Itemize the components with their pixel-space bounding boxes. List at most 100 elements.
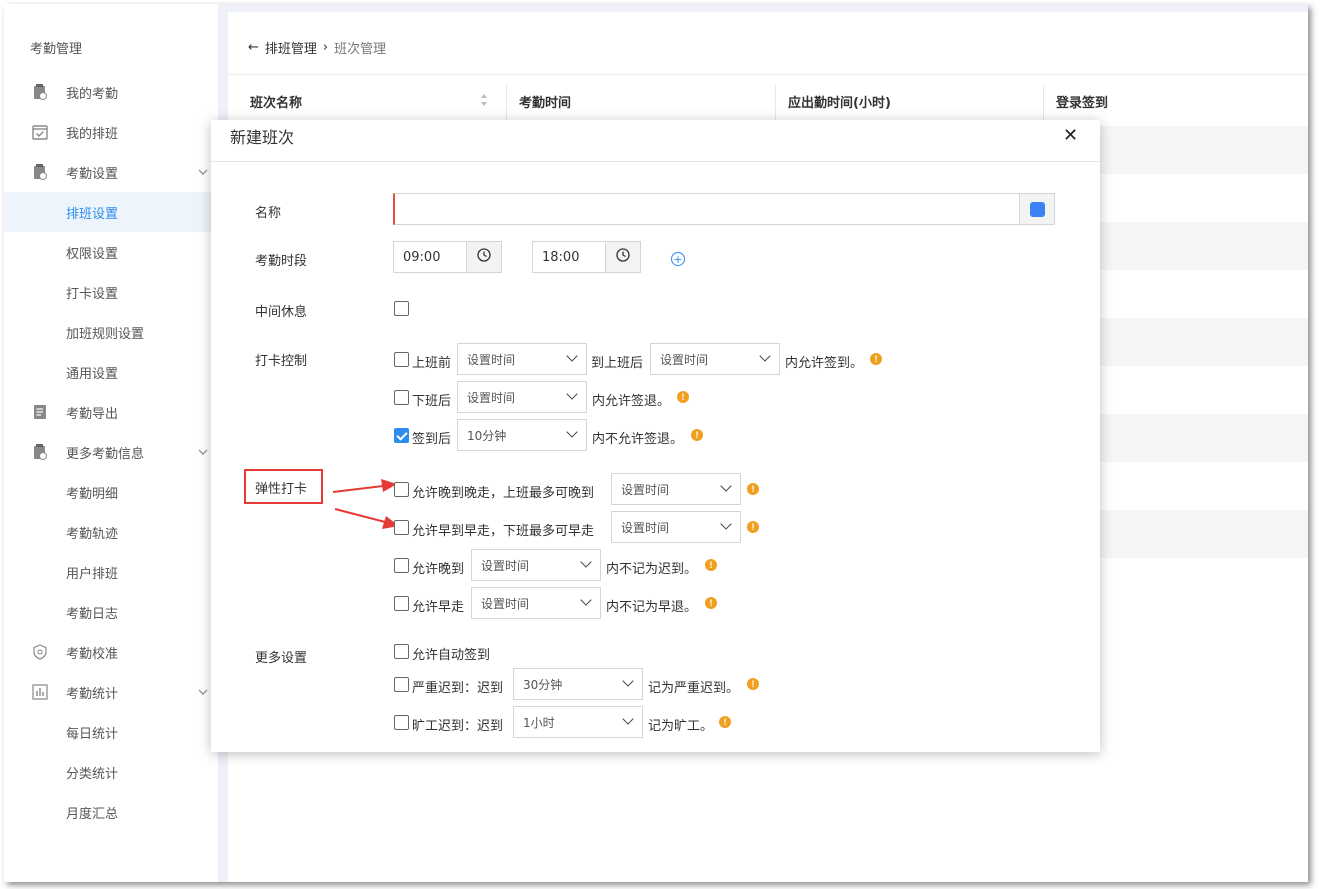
clock-icon — [616, 248, 630, 266]
start-time-input[interactable]: 09:00 — [393, 241, 467, 273]
info-icon[interactable]: ! — [705, 597, 717, 609]
early-in-early-out-checkbox[interactable] — [394, 520, 409, 535]
sidebar-item-label: 月度汇总 — [66, 806, 119, 822]
sidebar-item-user-schedule[interactable]: 用户排班 — [4, 552, 218, 592]
allow-late-text: 允许晚到 — [412, 562, 465, 577]
sidebar-item-label: 考勤导出 — [66, 406, 119, 422]
info-icon[interactable]: ! — [747, 521, 759, 533]
breadcrumb: ← 排班管理 › 班次管理 — [248, 38, 386, 57]
sidebar-item-my-attendance[interactable]: 我的考勤 — [4, 72, 218, 112]
sidebar-item-attendance-track[interactable]: 考勤轨迹 — [4, 512, 218, 552]
chevron-down-icon — [566, 426, 578, 438]
late-in-late-out-checkbox[interactable] — [394, 482, 409, 497]
sidebar-item-punch-settings[interactable]: 打卡设置 — [4, 272, 218, 312]
more-settings-label: 更多设置 — [255, 651, 308, 666]
end-time-input[interactable]: 18:00 — [532, 241, 606, 273]
after-work-select[interactable]: 设置时间 — [650, 343, 780, 375]
allow-late-checkbox[interactable] — [394, 558, 409, 573]
select-value: 设置时间 — [467, 352, 516, 367]
allow-early-leave-checkbox[interactable] — [394, 596, 409, 611]
sidebar-item-attendance-calibration[interactable]: 考勤校准 — [4, 632, 218, 672]
severe-late-select[interactable]: 30分钟 — [513, 668, 643, 700]
before-work-text: 上班前 — [412, 356, 452, 371]
sidebar-item-label: 加班规则设置 — [66, 326, 145, 342]
break-checkbox[interactable] — [394, 301, 409, 316]
info-icon[interactable]: ! — [691, 429, 703, 441]
after-signin-select[interactable]: 10分钟 — [457, 419, 587, 451]
info-icon[interactable]: ! — [870, 353, 882, 365]
before-work-select[interactable]: 设置时间 — [457, 343, 587, 375]
absence-late-text: 旷工迟到：迟到 — [412, 719, 504, 734]
sidebar-item-label: 用户排班 — [66, 566, 119, 582]
info-icon[interactable]: ! — [747, 483, 759, 495]
attendance-settings-icon — [32, 164, 48, 180]
shield-icon — [32, 644, 48, 660]
absence-late-select[interactable]: 1小时 — [513, 706, 643, 738]
info-icon[interactable]: ! — [747, 678, 759, 690]
breadcrumb-current: 班次管理 — [334, 42, 387, 57]
info-icon[interactable]: ! — [719, 716, 731, 728]
color-swatch-icon — [1029, 201, 1045, 217]
sidebar-item-category-statistics[interactable]: 分类统计 — [4, 752, 218, 792]
export-doc-icon — [32, 404, 48, 420]
sidebar-item-label: 考勤校准 — [66, 646, 119, 662]
sidebar-item-overtime-rules[interactable]: 加班规则设置 — [4, 312, 218, 352]
auto-signin-text: 允许自动签到 — [412, 648, 491, 663]
chevron-down-icon — [580, 556, 592, 568]
after-signin-checkbox[interactable] — [394, 428, 409, 443]
not-late-text: 内不记为迟到。 — [606, 562, 698, 577]
color-picker-button[interactable] — [1019, 193, 1055, 225]
severe-late-text: 严重迟到：迟到 — [412, 681, 504, 696]
after-off-checkbox[interactable] — [394, 390, 409, 405]
allow-signin-text: 内允许签到。 — [785, 356, 864, 371]
sidebar-item-attendance-statistics[interactable]: 考勤统计 — [4, 672, 218, 712]
back-arrow-icon[interactable]: ← — [248, 40, 259, 55]
sidebar-item-attendance-settings[interactable]: 考勤设置 — [4, 152, 218, 192]
start-time-picker-button[interactable] — [466, 241, 502, 273]
sidebar-item-label: 考勤轨迹 — [66, 526, 119, 542]
severe-late-checkbox[interactable] — [394, 677, 409, 692]
absence-late-checkbox[interactable] — [394, 715, 409, 730]
sidebar-item-label: 打卡设置 — [66, 286, 119, 302]
allow-early-leave-select[interactable]: 设置时间 — [471, 587, 601, 619]
chevron-down-icon — [198, 447, 208, 458]
sidebar-item-permission-settings[interactable]: 权限设置 — [4, 232, 218, 272]
close-icon[interactable]: ✕ — [1063, 125, 1078, 146]
shift-name-input[interactable] — [393, 193, 1020, 225]
column-header-label: 班次名称 — [250, 95, 303, 111]
before-work-checkbox[interactable] — [394, 352, 409, 367]
early-in-early-out-text: 允许早到早走，下班最多可早走 — [412, 524, 595, 539]
auto-signin-checkbox[interactable] — [394, 644, 409, 659]
punch-control-label: 打卡控制 — [255, 354, 308, 369]
sidebar-item-daily-statistics[interactable]: 每日统计 — [4, 712, 218, 752]
chevron-down-icon — [759, 350, 771, 362]
breadcrumb-parent[interactable]: 排班管理 — [265, 38, 317, 57]
sidebar-item-attendance-export[interactable]: 考勤导出 — [4, 392, 218, 432]
sidebar-item-label: 考勤明细 — [66, 486, 119, 502]
table-header: 班次名称 考勤时间 应出勤时间(小时) 登录签到 — [228, 74, 1308, 127]
name-label: 名称 — [255, 206, 282, 221]
end-time-picker-button[interactable] — [605, 241, 641, 273]
sidebar-item-shift-settings[interactable]: 排班设置 — [4, 192, 218, 232]
chevron-down-icon — [580, 594, 592, 606]
sidebar-item-label: 考勤设置 — [66, 166, 119, 182]
add-period-icon[interactable]: + — [671, 252, 685, 266]
sidebar-item-monthly-summary[interactable]: 月度汇总 — [4, 792, 218, 832]
max-early-select[interactable]: 设置时间 — [611, 511, 741, 543]
sidebar-item-attendance-detail[interactable]: 考勤明细 — [4, 472, 218, 512]
after-off-select[interactable]: 设置时间 — [457, 381, 587, 413]
allow-late-select[interactable]: 设置时间 — [471, 549, 601, 581]
sidebar-item-more-info[interactable]: 更多考勤信息 — [4, 432, 218, 472]
info-icon[interactable]: ! — [677, 391, 689, 403]
sidebar-item-attendance-log[interactable]: 考勤日志 — [4, 592, 218, 632]
sort-icon[interactable] — [480, 93, 488, 111]
dialog-title: 新建班次 — [230, 128, 295, 147]
select-value: 设置时间 — [481, 596, 530, 611]
info-icon[interactable]: ! — [705, 559, 717, 571]
sidebar-item-general-settings[interactable]: 通用设置 — [4, 352, 218, 392]
max-late-select[interactable]: 设置时间 — [611, 473, 741, 505]
sidebar-item-label: 权限设置 — [66, 246, 119, 262]
sidebar-item-my-schedule[interactable]: 我的排班 — [4, 112, 218, 152]
dialog-header: 新建班次 ✕ — [211, 120, 1100, 162]
not-early-text: 内不记为早退。 — [606, 600, 698, 615]
